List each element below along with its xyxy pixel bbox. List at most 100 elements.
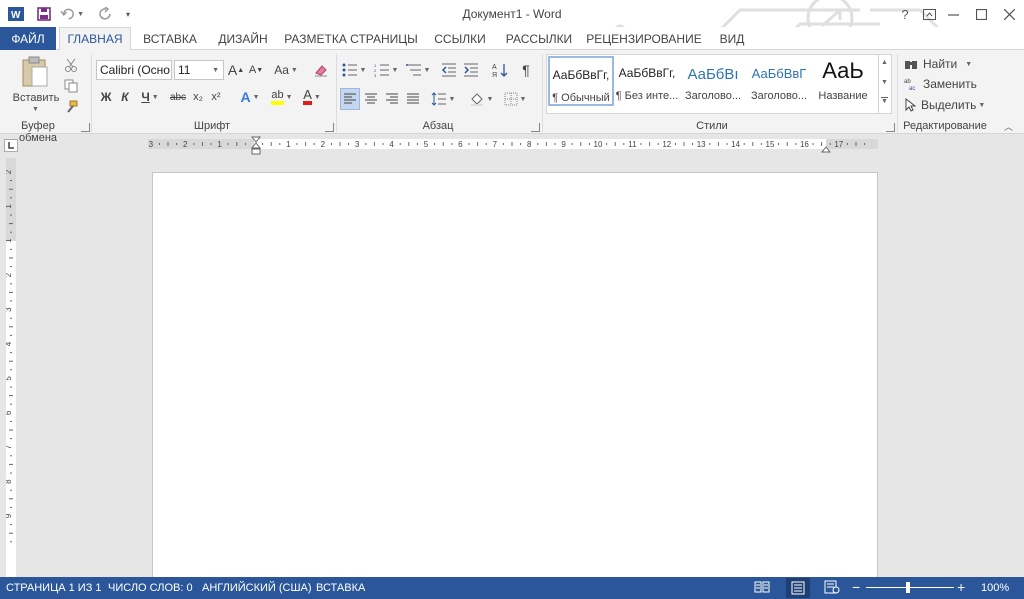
align-right-icon[interactable] bbox=[382, 88, 402, 110]
decrease-indent-icon[interactable] bbox=[440, 59, 458, 81]
tab-home[interactable]: ГЛАВНАЯ bbox=[59, 27, 131, 51]
change-case-button[interactable]: Aa ▼ bbox=[272, 59, 300, 81]
superscript-button[interactable]: x² bbox=[208, 86, 224, 108]
bullets-icon bbox=[342, 63, 357, 77]
zoom-slider-handle[interactable] bbox=[906, 582, 910, 593]
svg-text:A: A bbox=[492, 64, 497, 71]
help-button[interactable]: ? bbox=[894, 3, 916, 25]
page-count[interactable]: СТРАНИЦА 1 ИЗ 1 bbox=[6, 582, 102, 594]
shrink-font-button[interactable]: A ▼ bbox=[248, 59, 264, 81]
ruler-number: 1 bbox=[6, 238, 13, 243]
ruler-number: 5 bbox=[6, 376, 13, 381]
cut-icon[interactable] bbox=[62, 54, 80, 76]
collapse-ribbon-icon[interactable]: ︿ bbox=[1004, 120, 1013, 133]
tab-view[interactable]: ВИД bbox=[712, 27, 752, 50]
minimize-icon[interactable] bbox=[942, 3, 964, 25]
shading-button[interactable]: ▼ bbox=[466, 88, 496, 110]
tab-insert[interactable]: ВСТАВКА bbox=[137, 27, 203, 50]
tab-references[interactable]: ССЫЛКИ bbox=[430, 27, 490, 50]
paragraph-launcher-icon[interactable] bbox=[531, 123, 540, 132]
show-formatting-button[interactable]: ¶ bbox=[516, 59, 536, 81]
ribbon-display-icon[interactable] bbox=[918, 3, 940, 25]
align-center-icon[interactable] bbox=[361, 88, 381, 110]
language-indicator[interactable]: АНГЛИЙСКИЙ (США) bbox=[202, 582, 312, 594]
style-normal[interactable]: АаБбВвГг, ¶ Обычный bbox=[548, 56, 614, 106]
zoom-in-button[interactable]: + bbox=[957, 579, 965, 595]
text-effects-button[interactable]: A ▼ bbox=[236, 86, 264, 108]
grow-font-button[interactable]: A ▲ bbox=[228, 59, 244, 81]
ruler-number: 7 bbox=[493, 140, 498, 149]
tab-design[interactable]: ДИЗАЙН bbox=[212, 27, 274, 50]
change-case-glyph: Aa bbox=[274, 63, 289, 77]
align-left-icon[interactable] bbox=[340, 88, 360, 110]
strikethrough-button[interactable]: abc bbox=[168, 86, 188, 108]
right-indent-marker[interactable] bbox=[820, 142, 832, 153]
ruler-number: 15 bbox=[766, 140, 775, 149]
read-mode-icon[interactable] bbox=[754, 580, 772, 596]
tab-review[interactable]: РЕЦЕНЗИРОВАНИЕ bbox=[586, 27, 701, 50]
subscript-button[interactable]: x₂ bbox=[190, 86, 206, 108]
format-painter-icon[interactable] bbox=[62, 96, 80, 118]
styles-more-icon[interactable]: ▼ bbox=[881, 97, 888, 105]
justify-icon[interactable] bbox=[403, 88, 423, 110]
ruler-number: 5 bbox=[424, 140, 429, 149]
styles-launcher-icon[interactable] bbox=[886, 123, 895, 132]
vertical-ruler[interactable]: 2 1 1 2 3 4 5 6 7 8 9 bbox=[6, 158, 16, 578]
numbering-button[interactable]: 1 2 3 ▼ bbox=[372, 59, 400, 81]
clear-formatting-icon[interactable] bbox=[312, 59, 330, 81]
status-bar: СТРАНИЦА 1 ИЗ 1 ЧИСЛО СЛОВ: 0 АНГЛИЙСКИЙ… bbox=[0, 577, 1024, 599]
web-layout-icon[interactable] bbox=[824, 580, 842, 596]
group-divider bbox=[336, 54, 337, 132]
zoom-level[interactable]: 100% bbox=[981, 582, 1009, 594]
tab-file[interactable]: ФАЙЛ bbox=[0, 27, 56, 50]
styles-scroll-up-icon[interactable]: ▲ bbox=[881, 59, 888, 66]
font-size-field[interactable]: 11 ▼ bbox=[174, 60, 224, 80]
style-title[interactable]: АаЬ Название bbox=[812, 56, 874, 106]
find-button[interactable]: Найти ▼ bbox=[904, 53, 984, 75]
first-line-indent-marker[interactable] bbox=[250, 136, 262, 156]
bold-button[interactable]: Ж bbox=[98, 86, 114, 108]
replace-button[interactable]: ab ac Заменить bbox=[904, 73, 984, 95]
select-button[interactable]: Выделить ▼ bbox=[904, 94, 988, 116]
zoom-slider[interactable] bbox=[866, 587, 954, 588]
tab-selector[interactable] bbox=[4, 139, 18, 152]
clipboard-launcher-icon[interactable] bbox=[81, 123, 90, 132]
print-layout-icon[interactable] bbox=[786, 578, 810, 598]
font-color-button[interactable]: A ▼ bbox=[298, 86, 326, 108]
tab-layout[interactable]: РАЗМЕТКА СТРАНИЦЫ bbox=[283, 27, 419, 50]
copy-icon[interactable] bbox=[62, 75, 80, 97]
font-color-glyph: A bbox=[303, 88, 312, 105]
font-size-dropdown-icon: ▼ bbox=[212, 67, 219, 74]
editing-group-label: Редактирование bbox=[903, 120, 987, 132]
style-heading-1[interactable]: АаБбВı Заголово... bbox=[680, 56, 746, 106]
italic-button[interactable]: К bbox=[117, 86, 133, 108]
find-label: Найти bbox=[923, 57, 958, 71]
word-count[interactable]: ЧИСЛО СЛОВ: 0 bbox=[108, 582, 193, 594]
paste-button[interactable]: Вставить ▼ bbox=[6, 54, 60, 116]
line-spacing-button[interactable]: ▼ bbox=[428, 88, 458, 110]
style-no-spacing[interactable]: АаБбВвГг, ¶ Без инте... bbox=[614, 56, 680, 106]
underline-button[interactable]: Ч ▼ bbox=[137, 86, 163, 108]
close-icon[interactable] bbox=[998, 3, 1020, 25]
ruler-number: 3 bbox=[6, 307, 13, 312]
font-name-field[interactable]: Calibri (Осно bbox=[96, 60, 172, 80]
highlight-glyph: ab bbox=[271, 89, 284, 105]
document-page[interactable] bbox=[152, 172, 878, 582]
highlight-button[interactable]: ab ▼ bbox=[268, 86, 296, 108]
ruler-number: 7 bbox=[6, 444, 13, 449]
underline-glyph: Ч bbox=[141, 90, 150, 104]
zoom-out-button[interactable]: − bbox=[852, 579, 860, 595]
font-name-value: Calibri (Осно bbox=[100, 63, 170, 77]
sort-icon[interactable]: AЯ bbox=[490, 59, 510, 81]
styles-scroll-down-icon[interactable]: ▼ bbox=[881, 79, 888, 86]
borders-button[interactable]: ▼ bbox=[500, 88, 530, 110]
style-heading-2[interactable]: АаБбВвГ Заголово... bbox=[746, 56, 812, 106]
font-launcher-icon[interactable] bbox=[325, 123, 334, 132]
insert-mode-indicator[interactable]: ВСТАВКА bbox=[316, 582, 365, 594]
bullets-button[interactable]: ▼ bbox=[340, 59, 368, 81]
ruler-number: 4 bbox=[389, 140, 394, 149]
multilevel-list-button[interactable]: ▼ bbox=[404, 59, 432, 81]
maximize-icon[interactable] bbox=[970, 3, 992, 25]
tab-mailings[interactable]: РАССЫЛКИ bbox=[502, 27, 576, 50]
increase-indent-icon[interactable] bbox=[462, 59, 480, 81]
